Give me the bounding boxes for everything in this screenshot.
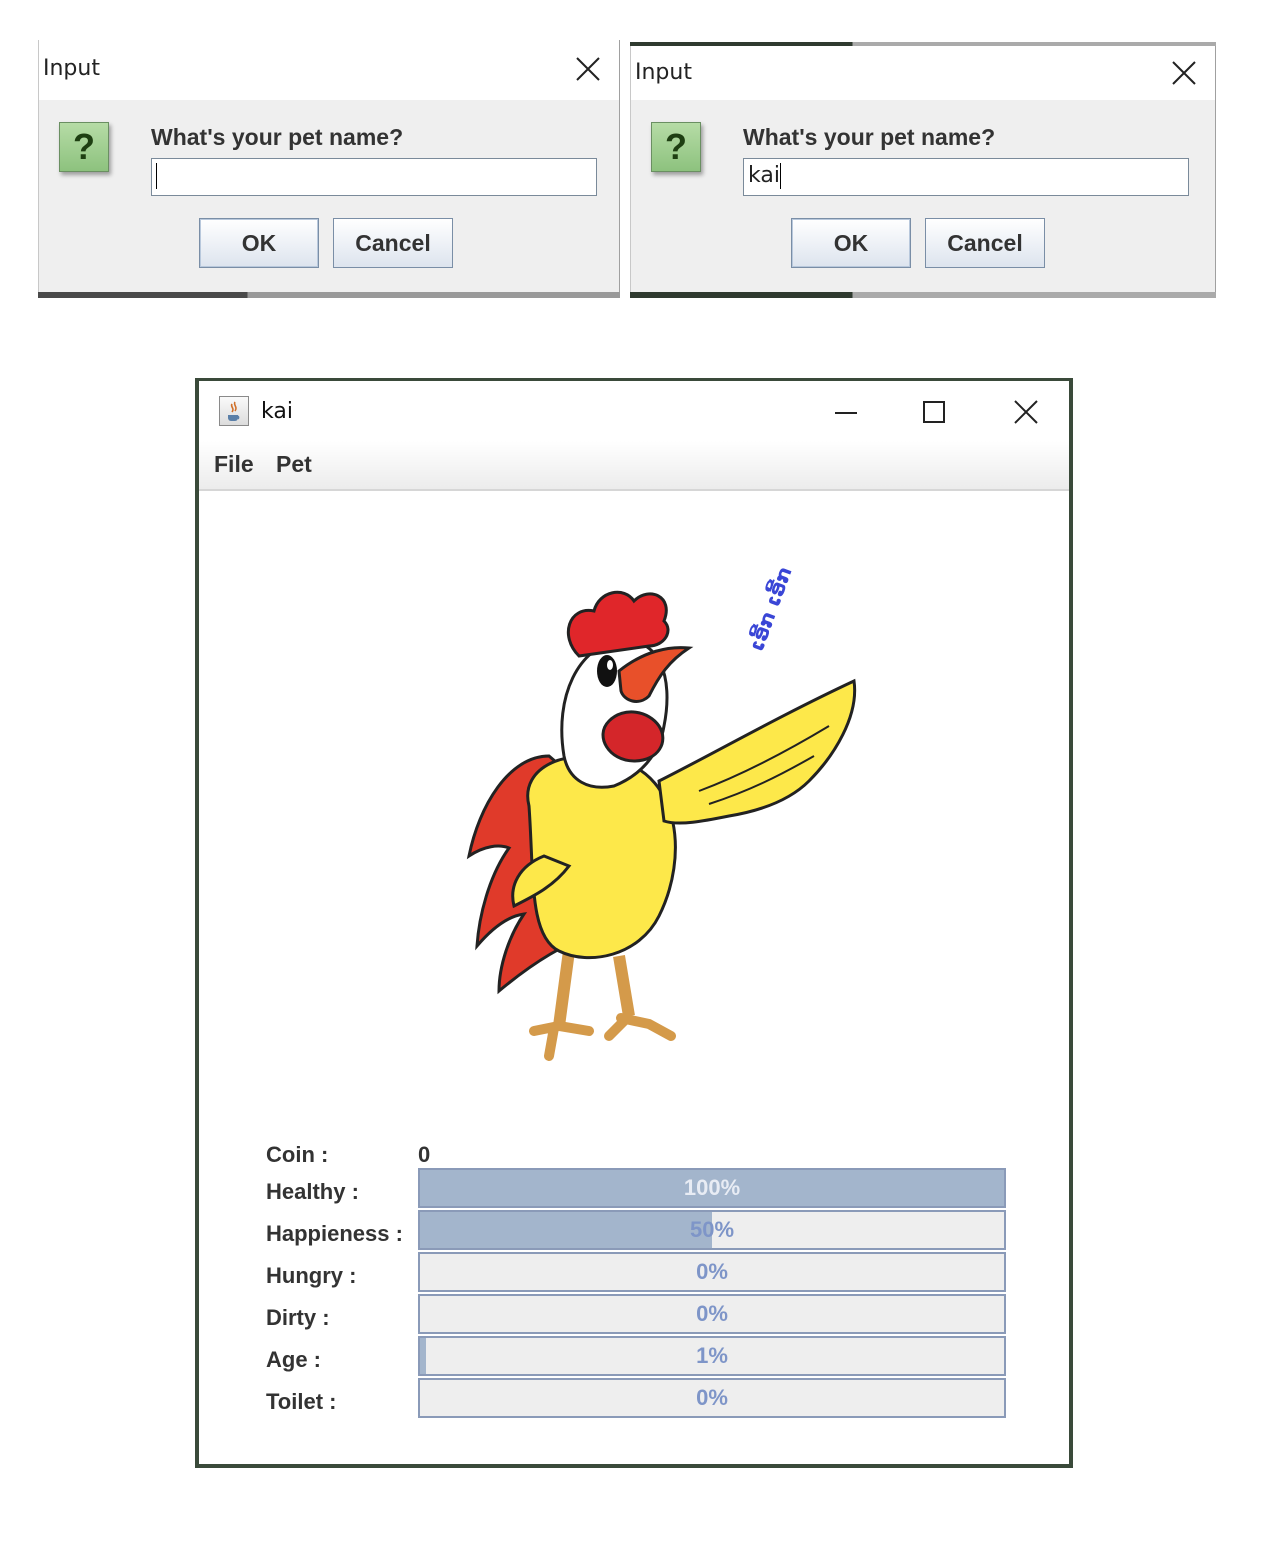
rooster-image (466, 590, 857, 1061)
dialog-prompt: What's your pet name? (743, 124, 996, 150)
java-app-icon (219, 396, 249, 426)
stat-label-dirty: Dirty : (266, 1305, 330, 1330)
ok-button[interactable]: OK (199, 218, 319, 268)
stat-label-age: Age : (266, 1347, 321, 1372)
dialog-prompt: What's your pet name? (151, 124, 404, 150)
input-dialog-empty: Input ? What's your pet name? OK Cancel (38, 40, 620, 296)
menu-bar: File Pet (199, 441, 1069, 491)
coin-value: 0 (418, 1142, 431, 1167)
close-icon[interactable] (575, 56, 601, 82)
progress-text: 0% (696, 1259, 728, 1284)
age-progress-bar: 1% (418, 1336, 1006, 1376)
menu-file[interactable]: File (214, 451, 254, 478)
menu-pet[interactable]: Pet (276, 451, 312, 478)
progress-text: 50% (689, 1217, 735, 1242)
dialog-title: Input (635, 60, 692, 85)
dialog-bottom-border (38, 292, 620, 298)
progress-text: 0% (696, 1301, 728, 1326)
progress-text: 1% (696, 1343, 728, 1368)
stat-label-hungry: Hungry : (266, 1263, 357, 1288)
question-icon: ? (59, 122, 109, 172)
progress-text: 100% (683, 1175, 741, 1200)
close-icon[interactable] (1171, 60, 1197, 86)
coin-label: Coin : (266, 1142, 329, 1167)
close-icon[interactable] (1013, 399, 1039, 425)
window-title: kai (261, 399, 293, 424)
ok-button[interactable]: OK (791, 218, 911, 268)
healthy-progress-bar: 100% (418, 1168, 1006, 1208)
field-value: kai (748, 163, 780, 188)
text-caret (779, 163, 781, 189)
maximize-icon[interactable] (921, 399, 947, 425)
stat-label-healthy: Healthy : (266, 1179, 359, 1204)
pet-window: kai File Pet ເອີ້ກ ເອີ້ກ Coin: 0 Health… (195, 378, 1073, 1468)
window-titlebar: kai (199, 381, 1069, 441)
text-caret (156, 163, 157, 189)
cancel-button[interactable]: Cancel (333, 218, 453, 268)
happiness-progress-bar: 50% (418, 1210, 1006, 1250)
dialog-titlebar: Input (631, 46, 1215, 100)
pet-name-input[interactable] (151, 158, 597, 196)
dirty-progress-bar: 0% (418, 1294, 1006, 1334)
cancel-button[interactable]: Cancel (925, 218, 1045, 268)
minimize-icon[interactable] (833, 399, 859, 425)
toilet-progress-bar: 0% (418, 1378, 1006, 1418)
progress-text: 0% (696, 1385, 728, 1410)
stat-label-happiness: Happieness : (266, 1221, 403, 1246)
input-dialog-filled: Input ? What's your pet name? kai OK Can… (630, 46, 1216, 294)
stat-label-toilet: Toilet : (266, 1389, 337, 1414)
java-cup-icon (228, 401, 240, 421)
dialog-title: Input (43, 56, 100, 81)
question-icon: ? (651, 122, 701, 172)
dialog-titlebar: Input (39, 40, 619, 100)
dialog-bottom-border (630, 292, 1216, 298)
hungry-progress-bar: 0% (418, 1252, 1006, 1292)
pet-name-input[interactable]: kai (743, 158, 1189, 196)
